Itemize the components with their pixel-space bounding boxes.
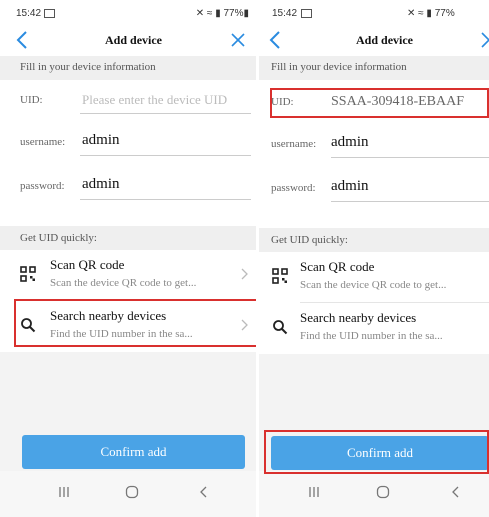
scan-qr-subtitle: Scan the device QR code to get... [300,279,447,291]
home-nav-icon[interactable] [376,485,390,499]
home-nav-icon[interactable] [125,485,139,499]
title-bar: Add device [0,26,259,56]
section-quick: Get UID quickly: [259,228,489,252]
username-input[interactable]: admin [331,134,369,151]
system-icons: ✕ ≈ ▮ 77% [407,8,455,19]
uid-underline [80,113,251,114]
device-form: UID: Please enter the device UID usernam… [0,80,259,230]
status-time: 15:42 [16,8,42,19]
password-label: password: [20,180,65,192]
android-nav-bar [0,471,259,517]
section-device-info: Fill in your device information [259,56,489,80]
highlight-search-nearby [14,299,259,347]
section-quick-label: Get UID quickly: [271,234,348,246]
password-field[interactable]: password: admin [271,172,489,202]
gallery-notification-icon [301,9,312,18]
search-icon [273,320,288,335]
password-field[interactable]: password: admin [20,170,251,200]
close-icon[interactable] [228,29,248,51]
recents-nav-icon[interactable] [307,485,321,499]
uid-input[interactable]: Please enter the device UID [82,92,259,108]
password-underline [80,199,251,200]
scan-qr-subtitle: Scan the device QR code to get... [50,277,197,289]
page-title: Add device [105,33,162,47]
scan-qr-title: Scan QR code [300,259,375,274]
section-quick-label: Get UID quickly: [20,232,97,244]
username-input[interactable]: admin [82,132,120,149]
back-nav-icon[interactable] [449,485,463,499]
username-label: username: [20,136,66,148]
chevron-right-icon [241,268,248,280]
username-field[interactable]: username: admin [271,128,489,158]
search-nearby-title: Search nearby devices [300,310,417,325]
quick-options: Scan QR code Scan the device QR code to … [259,252,489,354]
scan-qr-item[interactable]: Scan QR code Scan the device QR code to … [0,250,259,301]
highlight-uid-field [270,88,489,118]
gallery-notification-icon [44,9,55,18]
qr-code-icon [20,266,36,282]
password-input[interactable]: admin [331,178,369,195]
confirm-add-button[interactable]: Confirm add [22,435,245,469]
back-nav-icon[interactable] [197,485,211,499]
scan-qr-title: Scan QR code [50,257,125,272]
status-time: 15:42 [272,8,298,19]
highlight-confirm-button [264,430,489,474]
chevron-right-icon[interactable] [477,29,489,51]
password-input[interactable]: admin [82,176,120,193]
uid-label: UID: [20,94,43,106]
back-arrow-icon[interactable] [267,29,285,51]
qr-code-icon [272,268,288,284]
android-nav-bar [259,471,489,517]
title-bar: Add device [259,26,489,56]
status-bar: 15:42 ✕ ≈ ▮ 77%▮ [0,0,259,26]
section-quick: Get UID quickly: [0,226,259,252]
section-device-info-label: Fill in your device information [271,61,407,73]
status-bar: 15:42 ✕ ≈ ▮ 77% [259,0,489,26]
system-icons: ✕ ≈ ▮ 77%▮ [195,8,249,19]
right-screen: 15:42 ✕ ≈ ▮ 77% Add device Fill in your … [259,0,489,517]
recents-nav-icon[interactable] [57,485,71,499]
page-title: Add device [356,33,413,47]
back-arrow-icon[interactable] [14,29,32,51]
search-nearby-subtitle: Find the UID number in the sa... [300,330,443,342]
password-underline [331,201,489,202]
uid-field[interactable]: UID: Please enter the device UID [20,84,251,114]
username-field[interactable]: username: admin [20,126,251,156]
scan-qr-item[interactable]: Scan QR code Scan the device QR code to … [259,252,489,303]
password-label: password: [271,182,316,194]
left-screen: 15:42 ✕ ≈ ▮ 77%▮ Add device Fill in your… [0,0,259,517]
username-underline [331,157,489,158]
search-nearby-item[interactable]: Search nearby devices Find the UID numbe… [259,303,489,353]
username-label: username: [271,138,317,150]
username-underline [80,155,251,156]
section-device-info-label: Fill in your device information [20,61,156,73]
section-device-info: Fill in your device information [0,56,259,80]
